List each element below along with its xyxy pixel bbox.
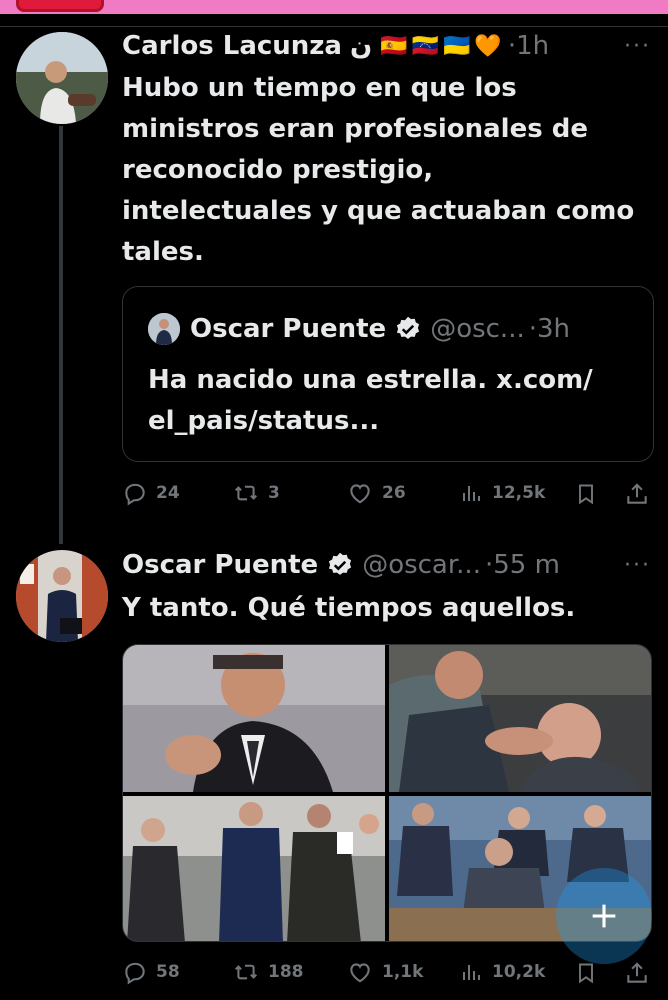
- quoted-text-line: Ha nacido una estrella. x.com/: [148, 365, 593, 395]
- compose-button[interactable]: [556, 868, 652, 964]
- repost-count: 3: [268, 483, 280, 503]
- reply-count: 58: [156, 962, 180, 982]
- tweet-time[interactable]: ·55 m: [485, 550, 560, 580]
- like-button[interactable]: 26: [346, 480, 406, 506]
- quoted-handle[interactable]: @osc...: [430, 314, 525, 344]
- quoted-avatar[interactable]: [148, 313, 180, 345]
- share-icon: [627, 483, 647, 504]
- tweet-time[interactable]: ·1h: [508, 31, 549, 61]
- photo-3[interactable]: [123, 796, 385, 941]
- bookmark-icon: [579, 484, 593, 505]
- reply-count: 24: [156, 483, 180, 503]
- more-icon[interactable]: ···: [624, 34, 651, 59]
- views-button[interactable]: 10,2k: [460, 959, 545, 985]
- like-button[interactable]: 1,1k: [346, 959, 423, 985]
- repost-button[interactable]: 188: [232, 959, 304, 985]
- reply-button[interactable]: 58: [122, 959, 180, 985]
- flag-emoji-3: 🇺🇦: [443, 33, 471, 59]
- quoted-text-line[interactable]: el_pais/status...: [148, 401, 593, 442]
- flag-emoji-1: 🇪🇸: [380, 33, 408, 59]
- tweet-text-line: ministros eran profesionales de: [122, 114, 588, 144]
- repost-button[interactable]: 3: [232, 480, 280, 506]
- flag-emoji-2: 🇻🇪: [411, 33, 439, 59]
- views-count: 10,2k: [492, 962, 546, 982]
- reply-icon: [125, 962, 145, 985]
- share-button[interactable]: [624, 959, 658, 987]
- tweet-text-line: intelectuales y que actuaban como: [122, 196, 635, 226]
- photo-1[interactable]: [123, 645, 385, 792]
- tweet-text-line: reconocido prestigio,: [122, 155, 434, 185]
- author-name[interactable]: Carlos Lacunza: [122, 31, 342, 61]
- repost-count: 188: [268, 962, 304, 982]
- tweet2-header: Oscar Puente @oscar... ·55 m: [122, 547, 560, 583]
- quoted-time[interactable]: ·3h: [529, 314, 570, 344]
- like-count: 26: [382, 483, 406, 503]
- tweet2-text: Y tanto. Qué tiempos aquellos.: [122, 593, 576, 623]
- like-count: 1,1k: [382, 962, 424, 982]
- name-symbol: ن: [349, 31, 373, 61]
- views-icon: [463, 486, 480, 501]
- divider: [0, 26, 668, 27]
- avatar[interactable]: [16, 32, 108, 124]
- like-icon: [350, 963, 370, 983]
- views-button[interactable]: 12,5k: [460, 480, 545, 506]
- quoted-tweet-text: Ha nacido una estrella. x.com/ el_pais/s…: [148, 360, 593, 442]
- verified-badge-icon: [326, 551, 354, 579]
- bookmark-button[interactable]: [574, 480, 606, 508]
- tweet-text-line: Hubo un tiempo en que los: [122, 73, 517, 103]
- top-banner: [0, 0, 668, 14]
- tweet1-header: Carlos Lacunza ن 🇪🇸 🇻🇪 🇺🇦 🧡 ·1h: [122, 28, 549, 64]
- author-handle[interactable]: @oscar...: [362, 550, 481, 580]
- thread-line: [59, 126, 63, 544]
- repost-icon: [234, 485, 258, 501]
- share-icon: [627, 962, 647, 983]
- like-icon: [350, 484, 370, 504]
- share-button[interactable]: [624, 480, 658, 508]
- verified-badge-icon: [394, 315, 422, 343]
- reply-icon: [125, 483, 145, 506]
- quoted-author-name[interactable]: Oscar Puente: [190, 314, 386, 344]
- tweet-text-line: tales.: [122, 237, 204, 267]
- bookmark-button[interactable]: [574, 959, 606, 987]
- photo-2[interactable]: [389, 645, 651, 792]
- banner-button[interactable]: [16, 0, 104, 12]
- author-name[interactable]: Oscar Puente: [122, 550, 318, 580]
- tweet2-actions: 58 188 1,1k 10,2k: [122, 959, 652, 989]
- views-count: 12,5k: [492, 483, 546, 503]
- heart-emoji: 🧡: [474, 33, 502, 59]
- avatar[interactable]: [16, 550, 108, 642]
- compose-icon: [592, 904, 616, 928]
- reply-button[interactable]: 24: [122, 480, 180, 506]
- repost-icon: [234, 964, 258, 980]
- bookmark-icon: [579, 963, 593, 984]
- quoted-tweet-header: Oscar Puente @osc... ·3h: [148, 313, 570, 345]
- tweet1-text: Hubo un tiempo en que los ministros eran…: [122, 68, 634, 273]
- views-icon: [463, 965, 480, 980]
- more-icon[interactable]: ···: [624, 553, 651, 578]
- tweet1-actions: 24 3 26 12,5k: [122, 480, 652, 510]
